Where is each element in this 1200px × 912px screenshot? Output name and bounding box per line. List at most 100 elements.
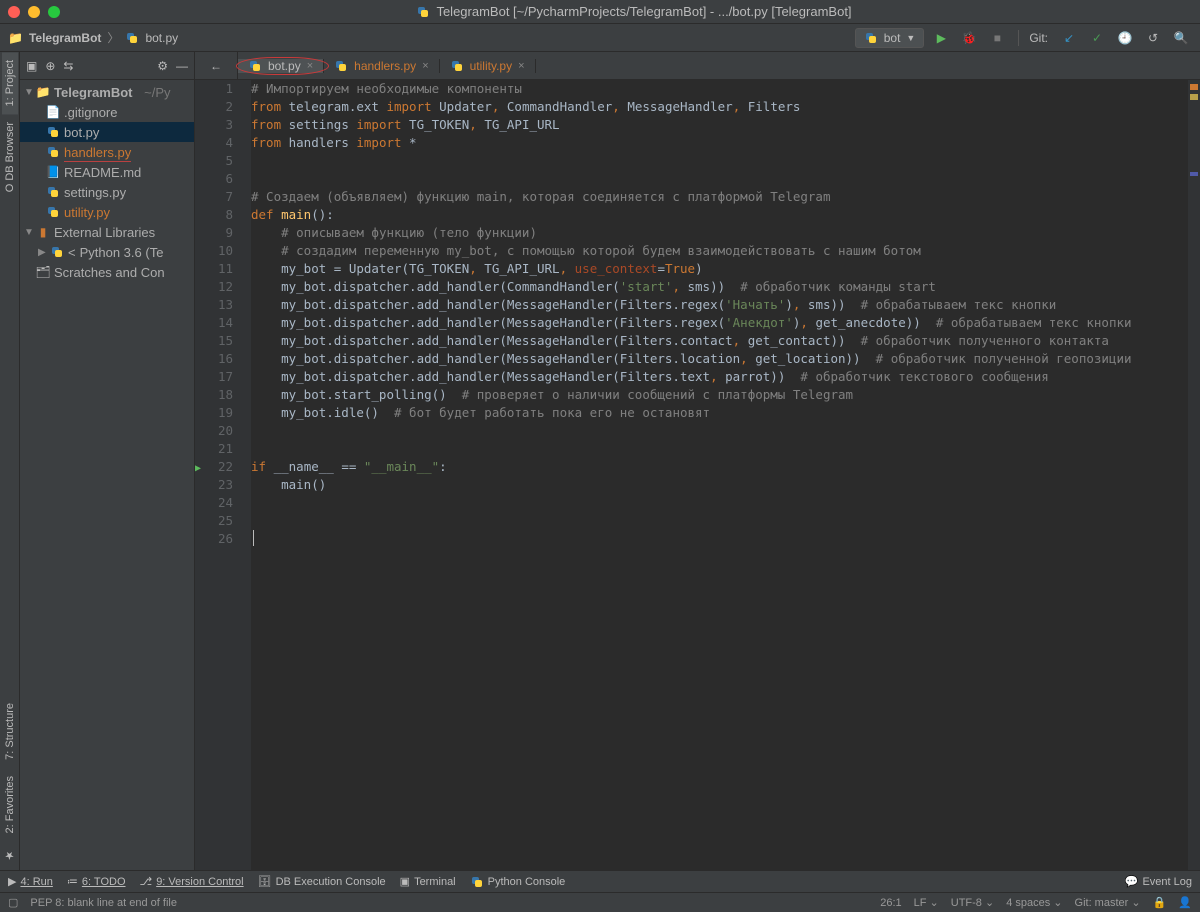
tree-project-path: ~/Py [144,85,170,100]
tree-project-name: TelegramBot [54,85,133,100]
sidebar-tab-favorites[interactable]: 2: Favorites [2,768,18,841]
status-bar: ▢ PEP 8: blank line at end of file 26:1 … [0,892,1200,912]
divider [1018,30,1019,46]
tree-target-icon[interactable]: ⊕ [45,59,55,73]
tool-python-console[interactable]: Python Console [470,875,566,889]
chevron-right-icon: 〉 [107,29,119,46]
editor-tabs: ← bot.py × handlers.py × utility.py × [195,52,1200,80]
tree-view-icon[interactable]: ▣ [26,59,37,73]
tree-file-label: handlers.py [64,145,131,160]
text-caret [253,530,254,546]
gear-icon[interactable]: ⚙ [157,59,168,73]
close-icon[interactable]: × [518,60,524,72]
editor-tab-bot-py[interactable]: bot.py × [238,59,324,73]
tool-vcs[interactable]: ⎇ 9: Version Control [140,875,244,888]
python-icon [864,31,878,45]
chevron-down-icon: ▼ [906,33,915,43]
python-file-icon [46,125,60,139]
tab-label: handlers.py [354,59,416,73]
tree-file-README-md[interactable]: 📘 README.md [20,162,194,182]
git-history-button[interactable]: 🕘 [1114,27,1136,49]
code-body[interactable]: # Импортируем необходимые компоненты fro… [251,80,1188,870]
python-file-icon [46,205,60,219]
search-button[interactable]: 🔍 [1170,27,1192,49]
status-indent[interactable]: 4 spaces ⌄ [1006,896,1062,909]
breadcrumb-file[interactable]: bot.py [145,31,178,45]
sidebar-tab-structure[interactable]: 7: Structure [2,695,18,768]
tool-run[interactable]: ▶ 4: Run [8,875,53,888]
library-icon: ▮ [36,225,50,239]
gutter-line-numbers: 1234567891011121314151617181920212223242… [209,80,239,870]
tree-file-utility-py[interactable]: utility.py [20,202,194,222]
sidebar-tab-project[interactable]: 1: Project [2,52,18,114]
tree-file-label: .gitignore [64,105,117,120]
editor-tab-handlers-py[interactable]: handlers.py × [324,59,439,73]
tree-collapse-icon[interactable]: ⇆ [63,59,73,73]
tool-terminal[interactable]: ▣ Terminal [400,875,456,888]
status-lock-icon[interactable]: 🔒 [1153,896,1167,909]
sidebar-tab-collapse[interactable]: ★ [1,841,18,870]
tree-external-libs[interactable]: ▼ ▮ External Libraries [20,222,194,242]
tree-root[interactable]: ▼ 📁 TelegramBot ~/Py [20,82,194,102]
window-controls [8,6,60,18]
git-revert-button[interactable]: ↺ [1142,27,1164,49]
tree-file--gitignore[interactable]: 📄 .gitignore [20,102,194,122]
python-file-icon [46,145,60,159]
tab-label: utility.py [470,59,512,73]
debug-button[interactable]: 🐞 [958,27,980,49]
minimize-icon[interactable] [28,6,40,18]
status-git-branch[interactable]: Git: master ⌄ [1075,896,1141,909]
git-label: Git: [1029,31,1048,45]
pycharm-icon [416,5,430,19]
editor-tab-utility-py[interactable]: utility.py × [440,59,536,73]
status-encoding[interactable]: UTF-8 ⌄ [951,896,994,909]
python-file-icon [334,59,348,73]
chevron-down-icon: ▼ [24,87,32,98]
tree-file-bot-py[interactable]: bot.py [20,122,194,142]
project-tree: ▣ ⊕ ⇆ ⚙ — ▼ 📁 TelegramBot ~/Py 📄 .gitign… [20,52,195,870]
hide-icon[interactable]: — [176,59,188,73]
status-message: PEP 8: blank line at end of file [30,897,177,909]
maximize-icon[interactable] [48,6,60,18]
git-update-button[interactable]: ↙ [1058,27,1080,49]
close-icon[interactable] [8,6,20,18]
run-button[interactable]: ▶ [930,27,952,49]
tool-todo[interactable]: ≔ 6: TODO [67,875,126,888]
tree-python-interpreter[interactable]: ▶ < Python 3.6 (Te [20,242,194,262]
status-inspection-icon[interactable]: 👤 [1178,896,1192,909]
tool-eventlog[interactable]: 💬 Event Log [1125,875,1192,888]
tree-scratches-label: Scratches and Con [54,265,165,280]
tree-file-label: README.md [64,165,141,180]
tree-scratches[interactable]: 🗂 Scratches and Con [20,262,194,282]
file-icon: 📄 [46,105,60,119]
tree-file-settings-py[interactable]: settings.py [20,182,194,202]
sidebar-tab-dbbrowser[interactable]: O DB Browser [2,114,18,200]
tree-header: ▣ ⊕ ⇆ ⚙ — [20,52,194,80]
tool-db[interactable]: 🗄 DB Execution Console [258,875,386,888]
status-line-ending[interactable]: LF ⌄ [914,896,939,909]
stop-button[interactable]: ■ [986,27,1008,49]
bottom-toolbar: ▶ 4: Run ≔ 6: TODO ⎇ 9: Version Control … [0,870,1200,892]
status-window-icon[interactable]: ▢ [8,896,18,909]
python-icon [50,245,64,259]
python-file-icon [248,59,262,73]
code-editor[interactable]: ▶ 12345678910111213141516171819202122232… [195,80,1200,870]
python-file-icon [46,185,60,199]
editor-tab-tools: ← [195,52,238,79]
gutter-fold [239,80,251,870]
folder-icon: 📁 [8,31,23,45]
chevron-right-icon: ▶ [38,247,46,258]
tree-file-handlers-py[interactable]: handlers.py [20,142,194,162]
back-button[interactable]: ← [205,55,227,77]
editor-scrollbar[interactable] [1188,80,1200,870]
titlebar: TelegramBot [~/PycharmProjects/TelegramB… [0,0,1200,24]
git-commit-button[interactable]: ✓ [1086,27,1108,49]
tree-file-label: bot.py [64,125,99,140]
close-icon[interactable]: × [307,60,313,72]
close-icon[interactable]: × [422,60,428,72]
breadcrumb: 📁 TelegramBot 〉 bot.py [8,29,855,46]
breadcrumb-project[interactable]: TelegramBot [29,31,101,45]
run-config-selector[interactable]: bot ▼ [855,28,925,48]
python-file-icon [125,31,139,45]
status-caret-position[interactable]: 26:1 [880,897,901,909]
